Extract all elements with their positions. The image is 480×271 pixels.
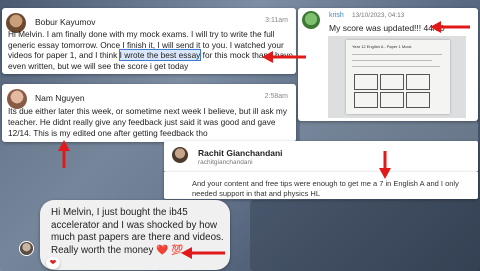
attached-photo[interactable]: Year 12 English A - Paper 1 Mock: [328, 36, 466, 118]
paper-grid-box: [380, 92, 404, 108]
profile-handle: rachitgianchandani: [198, 159, 253, 166]
paper-grid-box: [380, 74, 404, 90]
paper-grid-box: [406, 92, 430, 108]
arrow-left-icon: [430, 21, 470, 33]
message-text: My score was updated!!! 44/50: [329, 23, 445, 33]
arrow-up-icon: [58, 140, 70, 168]
background-blur-bottom-right: [250, 200, 480, 271]
message-date: 13/10/2023, 04:13: [352, 12, 405, 19]
paper-line: [352, 66, 440, 67]
exam-paper-image: Year 12 English A - Paper 1 Mock: [346, 40, 450, 114]
message-card-bobur: Bobur Kayumov 3:11am Hi Melvin. I am fin…: [2, 8, 296, 74]
paper-grid-box: [354, 74, 378, 90]
message-text: Its due either later this week, or somet…: [8, 106, 287, 138]
avatar: [172, 147, 188, 163]
sender-name: krish: [329, 12, 344, 19]
arrow-down-icon: [379, 151, 391, 179]
highlighted-text: I wrote the best essay: [118, 49, 202, 62]
message-text: And your content and free tips were enou…: [192, 179, 459, 198]
profile-name: Rachit Gianchandani: [198, 148, 283, 158]
emoji-text: ❤️ 💯: [156, 244, 184, 256]
paper-line: [352, 54, 442, 55]
heart-reaction-icon[interactable]: ❤: [46, 257, 60, 269]
message-card-rachit: And your content and free tips were enou…: [164, 172, 478, 199]
sender-name: Bobur Kayumov: [35, 17, 96, 27]
avatar: [20, 242, 33, 255]
paper-line: [352, 60, 432, 61]
paper-grid-box: [354, 92, 378, 108]
message-time: 2:58am: [264, 93, 288, 100]
message-text: Hi Melvin. I am finally done with my moc…: [8, 29, 294, 71]
paper-title: Year 12 English A - Paper 1 Mock: [352, 44, 412, 49]
arrow-left-icon: [181, 247, 225, 259]
paper-grid-box: [406, 74, 430, 90]
message-time: 3:11am: [265, 17, 288, 24]
avatar: [302, 11, 320, 29]
sender-name: Nam Nguyen: [35, 93, 85, 103]
arrow-left-icon: [262, 51, 306, 63]
profile-card-rachit: Rachit Gianchandani rachitgianchandani: [164, 141, 478, 172]
message-card-nam: Nam Nguyen 2:58am Its due either later t…: [2, 84, 296, 142]
